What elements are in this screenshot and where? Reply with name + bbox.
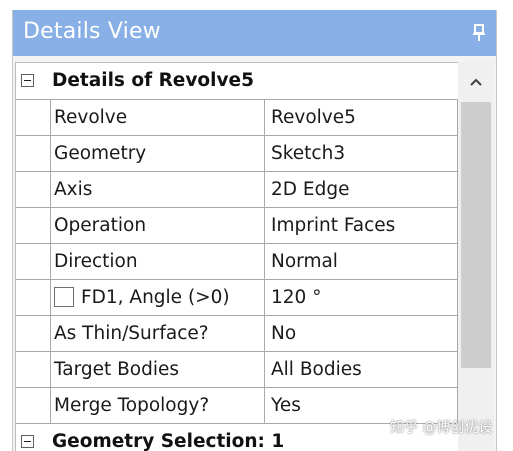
property-value[interactable]: Imprint Faces — [265, 208, 458, 243]
property-value[interactable]: 2D Edge — [265, 172, 458, 207]
property-value[interactable]: Yes — [265, 388, 458, 423]
collapse-minus-icon[interactable] — [21, 435, 34, 448]
property-label: Merge Topology? — [50, 388, 265, 423]
property-row-geometry[interactable]: Geometry Sketch3 — [16, 135, 458, 171]
property-row-direction[interactable]: Direction Normal — [16, 243, 458, 279]
details-view-panel: Details View Details of Revolve5 Revolve… — [12, 10, 497, 451]
property-value[interactable]: Normal — [265, 244, 458, 279]
property-label: As Thin/Surface? — [50, 316, 265, 351]
panel-title: Details View — [23, 19, 161, 44]
property-label: Axis — [50, 172, 265, 207]
scroll-up-button[interactable] — [458, 62, 494, 102]
scroll-thumb[interactable] — [461, 102, 491, 368]
property-value[interactable]: No — [265, 316, 458, 351]
pin-icon[interactable] — [472, 24, 486, 42]
details-tree: Details of Revolve5 Revolve Revolve5 Geo… — [15, 62, 459, 451]
section-geometry-selection-label: Geometry Selection: 1 — [52, 431, 285, 451]
property-label: Operation — [50, 208, 265, 243]
property-row-revolve[interactable]: Revolve Revolve5 — [16, 99, 458, 135]
property-row-operation[interactable]: Operation Imprint Faces — [16, 207, 458, 243]
property-label: FD1, Angle (>0) — [81, 287, 230, 308]
property-value[interactable]: 120 ° — [265, 280, 458, 315]
property-label: Geometry — [50, 136, 265, 171]
property-label-angle: FD1, Angle (>0) — [50, 280, 265, 315]
property-row-angle[interactable]: FD1, Angle (>0) 120 ° — [16, 279, 458, 315]
property-row-merge-topology[interactable]: Merge Topology? Yes — [16, 387, 458, 423]
parameter-checkbox[interactable] — [54, 286, 74, 307]
section-details-label: Details of Revolve5 — [52, 70, 254, 91]
property-row-as-thin-surface[interactable]: As Thin/Surface? No — [16, 315, 458, 351]
property-row-axis[interactable]: Axis 2D Edge — [16, 171, 458, 207]
watermark-text: 知乎 @博创优设 — [390, 420, 493, 436]
property-value[interactable]: Revolve5 — [265, 100, 458, 135]
property-label: Revolve — [50, 100, 265, 135]
vertical-scrollbar[interactable] — [458, 62, 494, 451]
collapse-minus-icon[interactable] — [21, 74, 34, 87]
property-label: Target Bodies — [50, 352, 265, 387]
panel-titlebar: Details View — [13, 10, 496, 56]
property-label: Direction — [50, 244, 265, 279]
chevron-up-icon — [470, 78, 482, 86]
property-value[interactable]: Sketch3 — [265, 136, 458, 171]
property-value[interactable]: All Bodies — [265, 352, 458, 387]
property-row-target-bodies[interactable]: Target Bodies All Bodies — [16, 351, 458, 387]
section-details-header[interactable]: Details of Revolve5 — [16, 63, 458, 99]
